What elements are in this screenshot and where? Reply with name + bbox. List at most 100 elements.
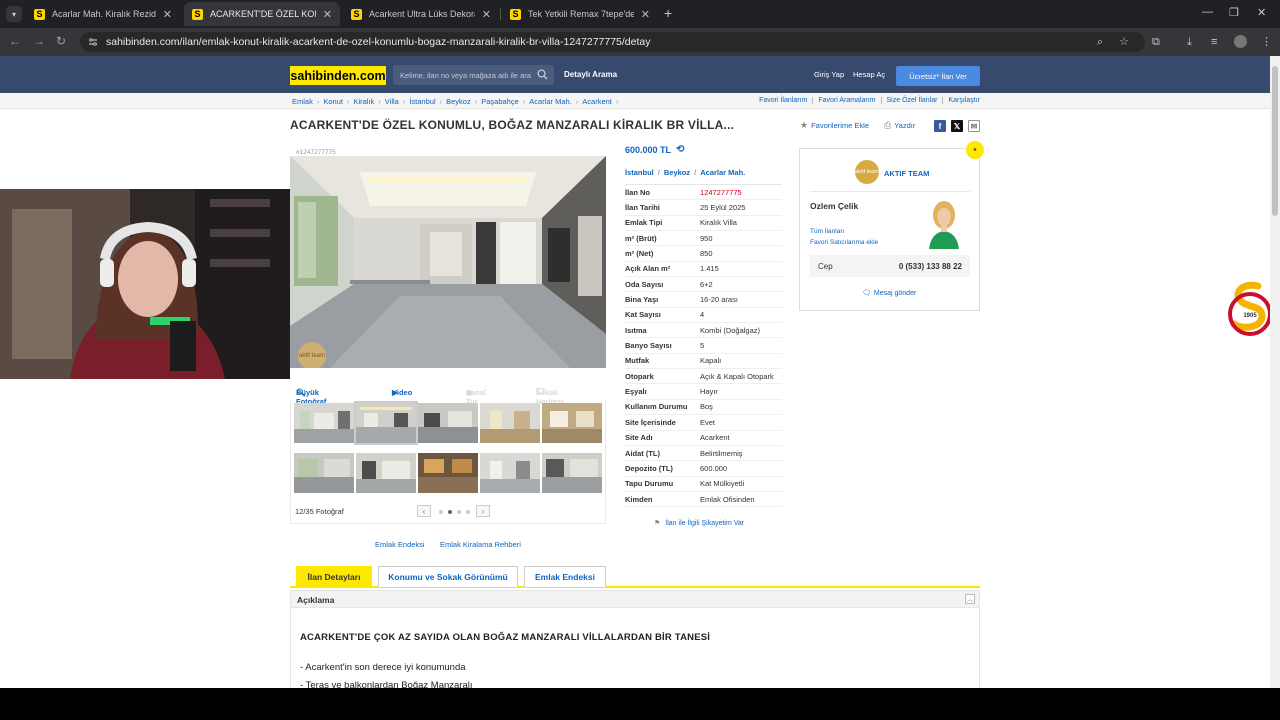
- search-icon[interactable]: [537, 69, 548, 80]
- x-share-icon[interactable]: 𝕏: [951, 120, 963, 132]
- next-page-icon[interactable]: ›: [476, 505, 490, 517]
- detailed-search-link[interactable]: Detaylı Arama: [564, 70, 617, 79]
- photo-thumbnail[interactable]: [418, 453, 478, 493]
- register-link[interactable]: Hesap Aç: [853, 70, 885, 79]
- report-listing-link[interactable]: ⚑ İlan ile İlgili Şikayetim Var: [654, 519, 744, 528]
- description-line: - Acarkent'in son derece iyi konumunda: [300, 662, 466, 673]
- breadcrumb-item[interactable]: Konut: [323, 97, 343, 106]
- attr-row: Otopark Açık & Kapalı Otopark: [625, 369, 782, 385]
- attr-value: 950: [700, 233, 713, 243]
- browser-toolbar: ← → ↻ sahibinden.com/ilan/emlak-konut-ki…: [0, 28, 1280, 56]
- back-icon[interactable]: ←: [9, 35, 21, 47]
- forward-icon[interactable]: →: [33, 35, 45, 47]
- all-listings-link[interactable]: Tüm İlanları: [810, 228, 844, 235]
- scrollbar-thumb[interactable]: [1272, 66, 1278, 216]
- page-scrollbar[interactable]: [1270, 56, 1280, 688]
- breadcrumb-item[interactable]: İstanbul: [409, 97, 435, 106]
- photo-thumbnail[interactable]: [480, 403, 540, 443]
- close-tab-icon[interactable]: ✕: [163, 8, 172, 21]
- attr-row: Emlak Tipi Kiralık Villa: [625, 216, 782, 232]
- extensions-icon[interactable]: ⧉: [1152, 37, 1160, 48]
- location-city-link[interactable]: İstanbul: [625, 168, 654, 177]
- login-link[interactable]: Giriş Yap: [814, 70, 844, 79]
- attr-row: Kimden Emlak Ofisinden: [625, 492, 782, 508]
- close-tab-icon[interactable]: ✕: [641, 8, 650, 21]
- page-dot[interactable]: [439, 510, 443, 514]
- phone-number[interactable]: 0 (533) 133 88 22: [899, 262, 962, 271]
- email-share-icon[interactable]: ✉: [968, 120, 980, 132]
- special-listings-link[interactable]: Size Özel İlanlar: [880, 97, 937, 104]
- favorite-listings-link[interactable]: Favori İlanlarım: [759, 97, 807, 104]
- close-tab-icon[interactable]: ✕: [323, 8, 332, 21]
- photo-thumbnail[interactable]: [480, 453, 540, 493]
- rental-guide-link[interactable]: Emlak Kiralama Rehberi: [440, 540, 521, 549]
- attr-value: Belirtilmemiş: [700, 448, 743, 458]
- attr-key: İlan Tarihi: [625, 203, 660, 213]
- price-history-icon[interactable]: ⟲: [676, 144, 684, 155]
- site-logo[interactable]: sahibinden.com: [290, 66, 386, 85]
- browser-tab-3[interactable]: S Acarkent Ultra Lüks Dekorasyon ✕: [343, 2, 499, 26]
- search-placeholder: Kelime, ilan no veya mağaza adı ile ara: [400, 70, 531, 80]
- restore-icon[interactable]: ❐: [1229, 6, 1239, 19]
- breadcrumb-item[interactable]: Paşabahçe: [481, 97, 519, 106]
- tab-search-button[interactable]: ▾: [6, 6, 22, 22]
- facebook-share-icon[interactable]: f: [934, 120, 946, 132]
- post-ad-button[interactable]: Ücretsiz* İlan Ver: [896, 66, 980, 86]
- store-logo[interactable]: aktif team: [855, 160, 879, 184]
- page-dot-active[interactable]: [448, 510, 452, 514]
- browser-tab-2-active[interactable]: S ACARKENT'DE ÖZEL KONUMLU ✕: [184, 2, 340, 26]
- store-name-link[interactable]: AKTIF TEAM: [884, 169, 929, 178]
- attr-key: Otopark: [625, 371, 654, 381]
- location-neighborhood-link[interactable]: Acarlar Mah.: [700, 168, 745, 177]
- photo-thumbnail[interactable]: [418, 403, 478, 443]
- favorite-links: Favori İlanlarım Favori Aramalarım Size …: [759, 97, 980, 104]
- print-button[interactable]: ⎙ Yazdır: [884, 120, 915, 131]
- browser-menu-icon[interactable]: ⋮: [1261, 37, 1272, 48]
- add-favorite-seller-link[interactable]: Favori Satıcılarıma ekle: [810, 239, 878, 246]
- real-estate-index-link[interactable]: Emlak Endeksi: [375, 540, 425, 549]
- breadcrumb-item[interactable]: Acarkent: [582, 97, 612, 106]
- download-icon[interactable]: ⤓: [1187, 37, 1192, 48]
- favorite-searches-link[interactable]: Favori Aramalarım: [812, 97, 876, 104]
- photo-thumbnail-selected[interactable]: [354, 401, 418, 445]
- send-message-button[interactable]: 🗨︎ Mesaj gönder: [862, 289, 916, 298]
- breadcrumb-item[interactable]: Villa: [385, 97, 399, 106]
- collapse-icon[interactable]: ︿: [965, 594, 975, 604]
- photo-thumbnail[interactable]: [294, 453, 354, 493]
- new-tab-icon[interactable]: +: [664, 6, 672, 20]
- location-district-link[interactable]: Beykoz: [664, 168, 690, 177]
- page-dot[interactable]: [466, 510, 470, 514]
- close-window-icon[interactable]: ✕: [1257, 6, 1266, 19]
- attr-row: Site İçerisinde Evet: [625, 415, 782, 431]
- breadcrumb-item[interactable]: Beykoz: [446, 97, 471, 106]
- minimize-icon[interactable]: —: [1202, 6, 1213, 18]
- close-tab-icon[interactable]: ✕: [482, 8, 491, 21]
- prev-page-icon[interactable]: ‹: [417, 505, 431, 517]
- bookmark-star-icon[interactable]: ☆: [1119, 37, 1129, 48]
- main-listing-photo[interactable]: aktif team: [290, 156, 606, 368]
- video-label: Video: [392, 388, 413, 397]
- tab-location-street-view[interactable]: Konumu ve Sokak Görünümü: [378, 566, 518, 587]
- address-bar[interactable]: sahibinden.com/ilan/emlak-konut-kiralik-…: [80, 32, 1145, 52]
- photo-thumbnail[interactable]: [356, 453, 416, 493]
- reload-icon[interactable]: ↻: [56, 35, 66, 47]
- site-info-icon[interactable]: [88, 37, 98, 47]
- breadcrumb-item[interactable]: Kiralık: [353, 97, 374, 106]
- breadcrumb-item[interactable]: Emlak: [292, 97, 313, 106]
- profile-avatar[interactable]: [1234, 35, 1247, 48]
- browser-tab-4[interactable]: S Tek Yetkili Remax 7tepe'den Ful ✕: [502, 2, 658, 26]
- photo-thumbnail[interactable]: [542, 453, 602, 493]
- add-favorite-button[interactable]: ★ Favorilerime Ekle: [800, 120, 869, 131]
- compare-link[interactable]: Karşılaştır: [942, 97, 980, 104]
- page-dot[interactable]: [457, 510, 461, 514]
- tab-ilan-detaylari[interactable]: İlan Detayları: [296, 566, 372, 587]
- tab-real-estate-index[interactable]: Emlak Endeksi: [524, 566, 606, 587]
- attr-value: Kiralık Villa: [700, 218, 737, 228]
- photo-thumbnail[interactable]: [294, 403, 354, 443]
- browser-tab-1[interactable]: S Acarlar Mah. Kiralık Rezidans, V ✕: [26, 2, 180, 26]
- media-icon[interactable]: ≡: [1211, 37, 1217, 48]
- photo-thumbnail[interactable]: [542, 403, 602, 443]
- zoom-icon[interactable]: ⌕: [1097, 37, 1103, 48]
- breadcrumb-item[interactable]: Acarlar Mah.: [529, 97, 572, 106]
- search-input[interactable]: Kelime, ilan no veya mağaza adı ile ara: [393, 65, 554, 85]
